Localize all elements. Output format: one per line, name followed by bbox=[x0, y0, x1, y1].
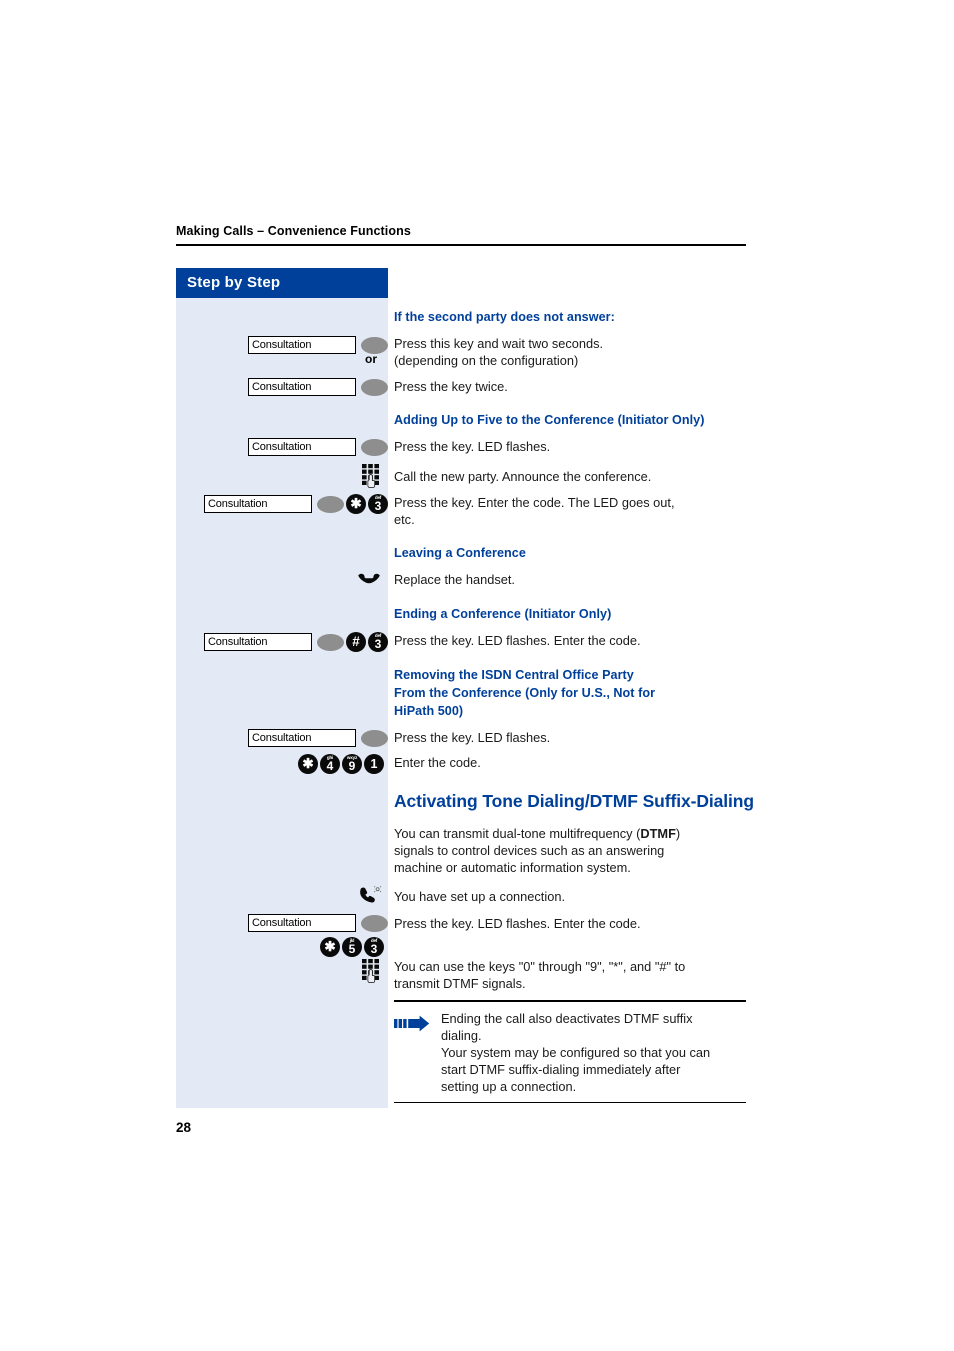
function-key-label: Consultation bbox=[248, 438, 356, 456]
dialpad-key-5[interactable]: jkl 5 bbox=[342, 937, 362, 957]
step-text-press-key-wait: Press this key and wait two seconds. (de… bbox=[394, 336, 604, 369]
dialpad-key-3[interactable]: def 3 bbox=[368, 632, 388, 652]
dialpad-key-9[interactable]: wxyz 9 bbox=[342, 754, 362, 774]
dtmf-intro-part-4: signals to control devices such as an an… bbox=[394, 843, 665, 859]
key-row-consultation-isdn: Consultation bbox=[176, 729, 388, 747]
section-heading-ending-conference: Ending a Conference (Initiator Only) bbox=[394, 607, 612, 621]
key-row-consultation-led-flashes: Consultation bbox=[176, 438, 388, 456]
dialpad-key-4[interactable]: ghi 4 bbox=[320, 754, 340, 774]
dtmf-intro-paragraph: You can transmit dual-tone multifrequenc… bbox=[394, 825, 746, 876]
page-number: 28 bbox=[176, 1120, 192, 1135]
section-heading-activating-dtmf: Activating Tone Dialing/DTMF Suffix-Dial… bbox=[394, 791, 754, 811]
keypad-icon bbox=[362, 464, 379, 488]
dtmf-abbreviation: DTMF bbox=[640, 826, 676, 841]
step-text-press-key-twice: Press the key twice. bbox=[394, 379, 508, 394]
function-key-consultation[interactable]: Consultation bbox=[204, 495, 344, 513]
note-box: Ending the call also deactivates DTMF su… bbox=[394, 1000, 746, 1104]
key-row-consultation-wait: Consultation bbox=[176, 336, 388, 354]
section-heading-leaving-conference: Leaving a Conference bbox=[394, 546, 526, 560]
dialpad-key-star[interactable]: ✱ bbox=[346, 494, 366, 514]
function-key-consultation[interactable]: Consultation bbox=[248, 914, 388, 932]
key-row-dial-number bbox=[176, 464, 381, 488]
function-key-label: Consultation bbox=[204, 633, 312, 651]
step-text-enter-code: Enter the code. bbox=[394, 755, 481, 770]
running-head-rule bbox=[176, 244, 746, 246]
manual-page: Making Calls – Convenience Functions Ste… bbox=[0, 0, 954, 1351]
step-text-press-key-enter-code-dtmf: Press the key. LED flashes. Enter the co… bbox=[394, 916, 641, 931]
step-text-press-key-led-flashes-1: Press the key. LED flashes. bbox=[394, 439, 551, 454]
key-button-round[interactable] bbox=[361, 914, 388, 932]
key-row-add-party-code: Consultation ✱ def 3 bbox=[176, 494, 388, 514]
step-text-press-key-led-flashes-2: Press the key. LED flashes. bbox=[394, 730, 551, 745]
step-text-call-new-party: Call the new party. Announce the confere… bbox=[394, 469, 652, 484]
note-text: Ending the call also deactivates DTMF su… bbox=[441, 1010, 710, 1095]
step-text-use-keys-dtmf: You can use the keys "0" through "9", "*… bbox=[394, 959, 686, 992]
key-row-consultation-twice: Consultation bbox=[176, 378, 388, 396]
step-text-replace-handset: Replace the handset. bbox=[394, 572, 515, 587]
dialpad-key-3[interactable]: def 3 bbox=[368, 494, 388, 514]
function-key-label: Consultation bbox=[248, 336, 356, 354]
dialpad-key-hash[interactable]: # bbox=[346, 632, 366, 652]
arrow-right-icon bbox=[394, 1015, 430, 1031]
key-button-round[interactable] bbox=[361, 729, 388, 747]
note-arrow-icon bbox=[394, 1010, 432, 1095]
dtmf-intro-part-3: ) bbox=[675, 826, 681, 841]
function-key-consultation[interactable]: Consultation bbox=[248, 438, 388, 456]
sidebar-title: Step by Step bbox=[187, 274, 281, 291]
note-line-5: setting up a connection. bbox=[441, 1078, 577, 1094]
heading-line-2: From the Conference (Only for U.S., Not … bbox=[394, 686, 656, 700]
note-bottom-rule bbox=[394, 1101, 746, 1104]
heading-line-3: HiPath 500) bbox=[394, 704, 464, 718]
note-line-2: dialing. bbox=[441, 1027, 482, 1043]
key-button-round[interactable] bbox=[317, 495, 344, 513]
or-connector: or bbox=[365, 352, 377, 366]
dialpad-key-1[interactable]: 1 bbox=[364, 754, 384, 774]
step-text-enter-code-led-out: Press the key. Enter the code. The LED g… bbox=[394, 495, 675, 528]
section-heading-adding-five: Adding Up to Five to the Conference (Ini… bbox=[394, 413, 705, 427]
key-button-round[interactable] bbox=[361, 438, 388, 456]
function-key-label: Consultation bbox=[248, 914, 356, 932]
dtmf-intro-part-5: machine or automatic information system. bbox=[394, 860, 631, 876]
key-row-replace-handset bbox=[176, 572, 381, 586]
function-key-label: Consultation bbox=[204, 495, 312, 513]
heading-line-1: Removing the ISDN Central Office Party bbox=[394, 668, 634, 682]
function-key-consultation[interactable]: Consultation bbox=[204, 633, 344, 651]
function-key-consultation[interactable]: Consultation bbox=[248, 729, 388, 747]
key-row-connection-established bbox=[176, 886, 382, 904]
handset-onhook-icon bbox=[358, 573, 380, 584]
key-button-round[interactable] bbox=[317, 633, 344, 651]
section-heading-second-party: If the second party does not answer: bbox=[394, 310, 615, 324]
handset-connected-icon bbox=[360, 886, 382, 903]
dialpad-key-3[interactable]: def 3 bbox=[364, 937, 384, 957]
step-text-press-key-enter-code: Press the key. LED flashes. Enter the co… bbox=[394, 633, 641, 648]
note-line-1: Ending the call also deactivates DTMF su… bbox=[441, 1010, 693, 1026]
key-row-consultation-dtmf: Consultation bbox=[176, 914, 388, 932]
section-heading-removing-isdn: Removing the ISDN Central Office Party F… bbox=[394, 666, 746, 720]
dtmf-intro-part-1: You can transmit dual-tone multifrequenc… bbox=[394, 826, 641, 841]
key-button-round[interactable] bbox=[361, 378, 388, 396]
note-line-3: Your system may be configured so that yo… bbox=[441, 1044, 711, 1060]
key-row-dtmf-keys bbox=[176, 959, 381, 983]
dialpad-key-star[interactable]: ✱ bbox=[298, 754, 318, 774]
key-row-code-53: ✱ jkl 5 def 3 bbox=[176, 937, 384, 957]
keypad-icon bbox=[362, 959, 379, 983]
step-text-connection-set-up: You have set up a connection. bbox=[394, 889, 565, 904]
dialpad-key-star[interactable]: ✱ bbox=[320, 937, 340, 957]
note-line-4: start DTMF suffix-dialing immediately af… bbox=[441, 1061, 681, 1077]
function-key-label: Consultation bbox=[248, 729, 356, 747]
running-head: Making Calls – Convenience Functions bbox=[176, 224, 411, 238]
key-row-code-491: ✱ ghi 4 wxyz 9 1 bbox=[176, 754, 384, 774]
function-key-label: Consultation bbox=[248, 378, 356, 396]
key-button-round[interactable] bbox=[361, 336, 388, 354]
key-row-end-conference-code: Consultation # def 3 bbox=[176, 632, 388, 652]
function-key-consultation[interactable]: Consultation bbox=[248, 378, 388, 396]
